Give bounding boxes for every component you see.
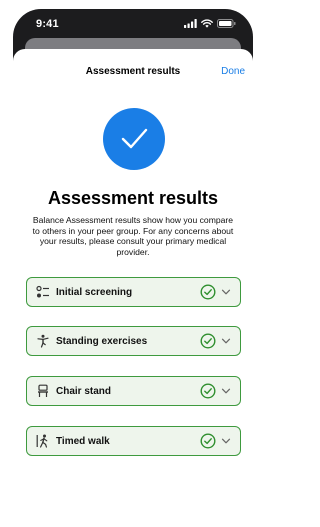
- chevron-down-icon[interactable]: [221, 336, 231, 346]
- section-label: Chair stand: [56, 385, 112, 397]
- wifi-icon: [201, 19, 213, 28]
- chevron-down-icon[interactable]: [221, 287, 231, 297]
- complete-check-icon: [200, 383, 216, 399]
- results-heading: Assessment results: [47, 188, 219, 208]
- status-icons: [184, 19, 236, 28]
- complete-check-icon: [200, 433, 216, 449]
- checklist-icon: [36, 285, 50, 299]
- checkmark-icon: [121, 128, 148, 149]
- results-description: Balance Assessment results show how you …: [32, 215, 234, 257]
- walking-figure-icon: [36, 434, 50, 448]
- chevron-down-icon[interactable]: [221, 386, 231, 396]
- section-label: Standing exercises: [56, 335, 148, 347]
- section-standing-exercises[interactable]: Standing exercises: [26, 326, 241, 356]
- phone-frame: 9:41 Assessment results Done Assessment …: [13, 9, 253, 527]
- complete-check-icon: [200, 284, 216, 300]
- section-initial-screening[interactable]: Initial screening: [26, 277, 241, 307]
- nav-title: Assessment results: [85, 66, 181, 77]
- status-bar: 9:41: [13, 9, 253, 39]
- signal-icon: [184, 19, 197, 28]
- section-timed-walk[interactable]: Timed walk: [26, 426, 241, 456]
- done-button[interactable]: Done: [221, 66, 245, 77]
- success-badge: [103, 108, 165, 170]
- status-time: 9:41: [36, 18, 59, 30]
- standing-figure-icon: [36, 334, 50, 348]
- section-chair-stand[interactable]: Chair stand: [26, 376, 241, 406]
- section-label: Timed walk: [56, 435, 110, 447]
- section-label: Initial screening: [56, 286, 133, 298]
- results-sheet: Assessment results Done Assessment resul…: [13, 49, 253, 527]
- chair-icon: [36, 384, 50, 398]
- chevron-down-icon[interactable]: [221, 436, 231, 446]
- battery-icon: [217, 19, 236, 28]
- complete-check-icon: [200, 333, 216, 349]
